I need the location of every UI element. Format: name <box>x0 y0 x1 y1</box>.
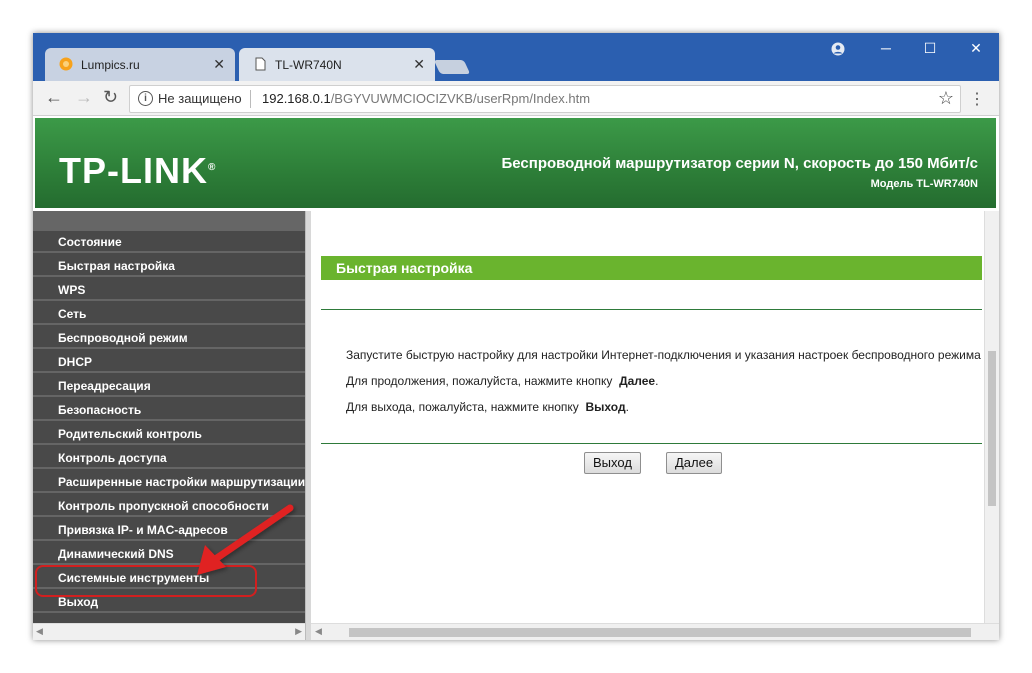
red-arrow-icon <box>197 504 294 575</box>
